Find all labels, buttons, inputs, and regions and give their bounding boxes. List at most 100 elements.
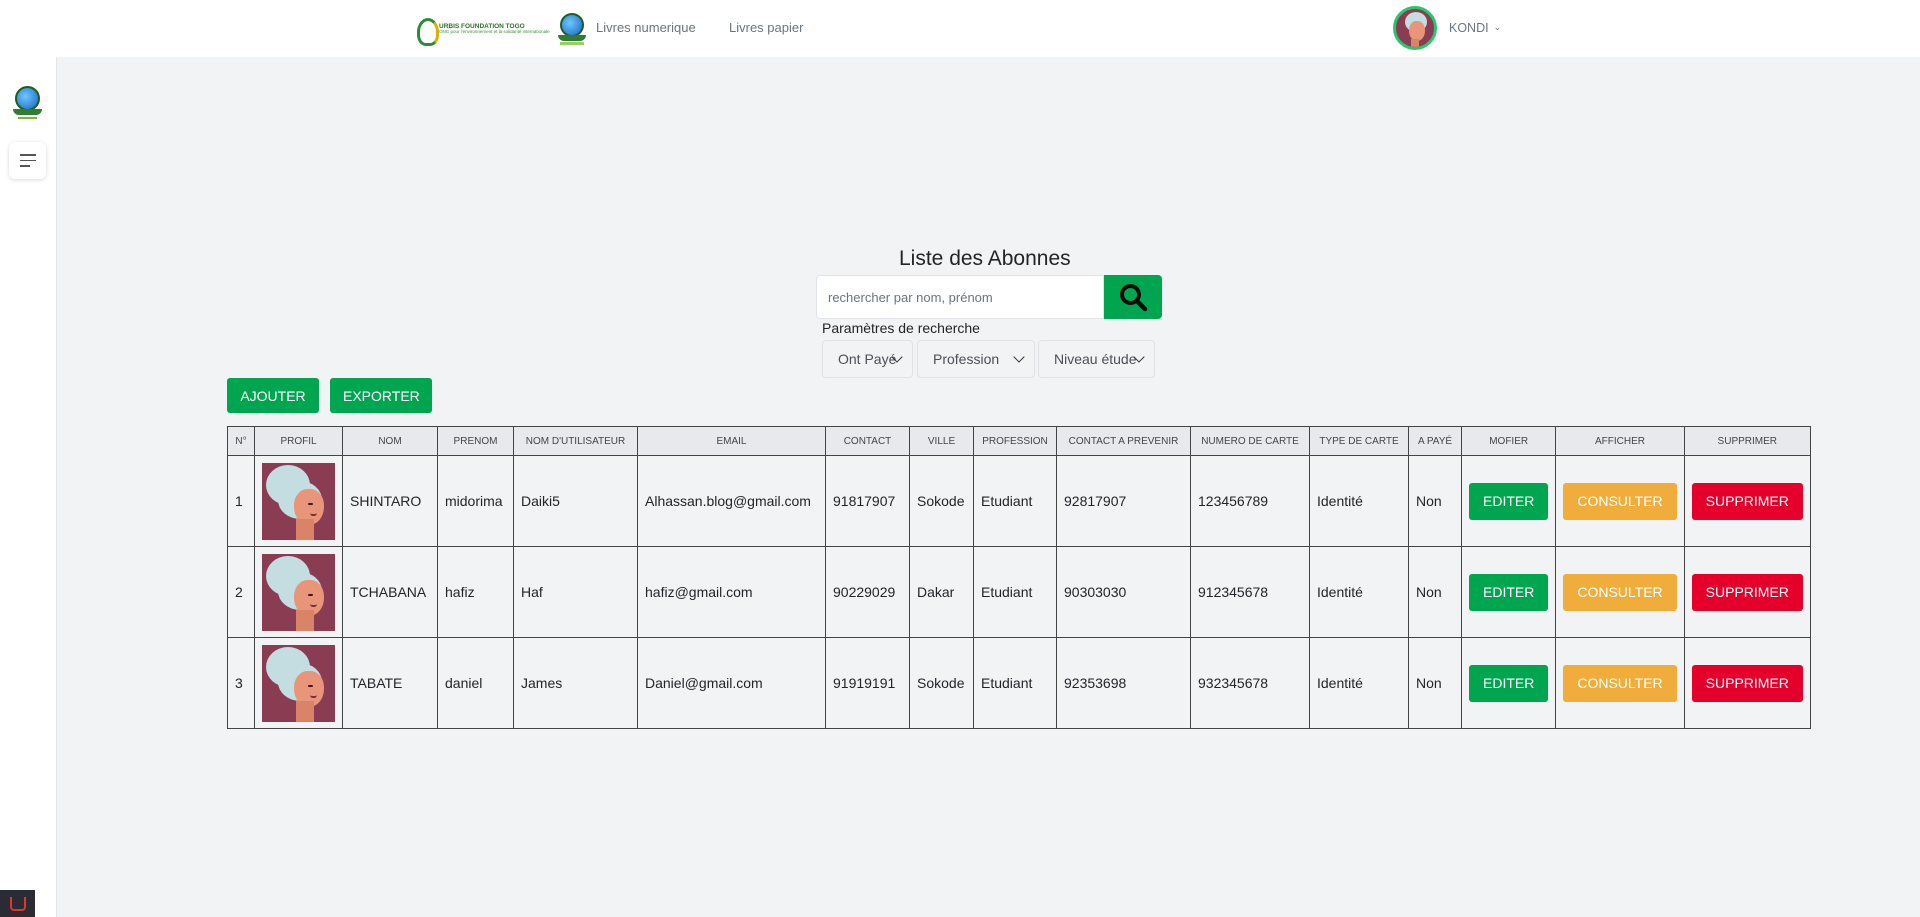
sidebar-logo[interactable] [12, 86, 43, 122]
library-globe-logo [556, 11, 588, 47]
laravel-icon[interactable] [0, 890, 35, 917]
cell-ville: Sokode [909, 455, 974, 547]
cell-contact-prevenir: 92817907 [1056, 455, 1191, 547]
row-number: 3 [227, 637, 255, 729]
nav-livres-numerique[interactable]: Livres numerique [596, 20, 696, 35]
user-name: KONDI [1449, 21, 1489, 35]
search-input[interactable] [816, 275, 1104, 319]
cell-ville: Sokode [909, 637, 974, 729]
col-header-contact-prevenir: CONTACT A PREVENIR [1056, 426, 1191, 456]
cell-type-carte: Identité [1309, 546, 1409, 638]
table-header-row: N° PROFIL NOM PRENOM NOM D'UTILISATEUR E… [227, 426, 1811, 456]
col-header-prenom: PRENOM [437, 426, 514, 456]
cell-numero-carte: 932345678 [1190, 637, 1310, 729]
col-header-ville: VILLE [909, 426, 974, 456]
profile-image[interactable] [262, 644, 335, 722]
cell-view: CONSULTER [1555, 637, 1685, 729]
cell-profession: Etudiant [973, 455, 1057, 547]
cell-delete: SUPPRIMER [1683, 637, 1811, 729]
cell-username: James [513, 637, 638, 729]
cell-username: Haf [513, 546, 638, 638]
row-number: 2 [227, 546, 255, 638]
table-row: 2 TCHABANA hafiz Haf hafiz@gmail.com 902… [227, 546, 1811, 638]
col-header-profil: PROFIL [254, 426, 343, 456]
sidebar [0, 57, 57, 917]
filter-ont-paye-value: Ont Payé [838, 351, 897, 367]
top-navbar: URBIS FOUNDATION TOGO ONG pour l'environ… [0, 0, 1920, 57]
profile-image[interactable] [262, 553, 335, 631]
edit-button[interactable]: EDITER [1469, 664, 1549, 702]
cell-a-paye: Non [1408, 455, 1462, 547]
col-header-supprimer: SUPPRIMER [1683, 426, 1811, 456]
col-header-a-paye: A PAYÉ [1408, 426, 1462, 456]
avatar [1393, 6, 1437, 50]
profile-image[interactable] [262, 462, 335, 540]
nav-livres-papier[interactable]: Livres papier [729, 20, 803, 35]
export-button[interactable]: EXPORTER [330, 378, 432, 413]
cell-view: CONSULTER [1555, 546, 1685, 638]
cell-delete: SUPPRIMER [1683, 546, 1811, 638]
col-header-afficher: AFFICHER [1555, 426, 1685, 456]
cell-a-paye: Non [1408, 546, 1462, 638]
cell-view: CONSULTER [1555, 455, 1685, 547]
delete-button[interactable]: SUPPRIMER [1691, 664, 1803, 702]
cell-edit: EDITER [1460, 637, 1557, 729]
cell-type-carte: Identité [1309, 637, 1409, 729]
col-header-nom: NOM [342, 426, 438, 456]
cell-contact: 90229029 [825, 546, 910, 638]
consult-button[interactable]: CONSULTER [1563, 664, 1677, 702]
cell-nom: TABATE [342, 637, 438, 729]
cell-profession: Etudiant [973, 637, 1057, 729]
col-header-profession: PROFESSION [973, 426, 1057, 456]
cell-nom: TCHABANA [342, 546, 438, 638]
edit-button[interactable]: EDITER [1469, 482, 1549, 520]
menu-toggle-icon[interactable] [9, 142, 46, 179]
col-header-number: N° [227, 426, 255, 456]
cell-contact: 91919191 [825, 637, 910, 729]
delete-button[interactable]: SUPPRIMER [1691, 482, 1803, 520]
cell-edit: EDITER [1460, 455, 1557, 547]
cell-edit: EDITER [1460, 546, 1557, 638]
search-icon [1120, 284, 1148, 312]
cell-prenom: hafiz [437, 546, 514, 638]
add-button[interactable]: AJOUTER [227, 378, 319, 413]
cell-email: Alhassan.blog@gmail.com [637, 455, 826, 547]
cell-nom: SHINTARO [342, 455, 438, 547]
urbis-mark-icon [415, 14, 439, 46]
cell-profession: Etudiant [973, 546, 1057, 638]
edit-button[interactable]: EDITER [1469, 573, 1549, 611]
page-title: Liste des Abonnes [899, 247, 1071, 270]
consult-button[interactable]: CONSULTER [1563, 573, 1677, 611]
col-header-email: EMAIL [637, 426, 826, 456]
profile-cell [254, 546, 343, 638]
cell-contact: 91817907 [825, 455, 910, 547]
table-row: 3 TABATE daniel James Daniel@gmail.com 9… [227, 637, 1811, 729]
cell-prenom: midorima [437, 455, 514, 547]
urbis-foundation-logo: URBIS FOUNDATION TOGO ONG pour l'environ… [415, 14, 550, 46]
cell-numero-carte: 912345678 [1190, 546, 1310, 638]
filter-profession[interactable]: Profession [917, 340, 1035, 378]
cell-contact-prevenir: 90303030 [1056, 546, 1191, 638]
cell-prenom: daniel [437, 637, 514, 729]
search-button[interactable] [1104, 275, 1162, 319]
cell-contact-prevenir: 92353698 [1056, 637, 1191, 729]
filter-profession-value: Profession [933, 351, 1000, 367]
brand-logos[interactable]: URBIS FOUNDATION TOGO ONG pour l'environ… [415, 10, 588, 48]
subscribers-table: N° PROFIL NOM PRENOM NOM D'UTILISATEUR E… [227, 426, 1811, 729]
cell-numero-carte: 123456789 [1190, 455, 1310, 547]
cell-delete: SUPPRIMER [1683, 455, 1811, 547]
chevron-down-icon [1013, 351, 1025, 363]
filter-niveau-etude[interactable]: Niveau étude [1038, 340, 1155, 378]
profile-cell [254, 455, 343, 547]
filter-ont-paye[interactable]: Ont Payé [822, 340, 913, 378]
filter-niveau-etude-value: Niveau étude [1054, 351, 1137, 367]
table-row: 1 SHINTARO midorima Daiki5 Alhassan.blog… [227, 455, 1811, 547]
user-menu[interactable]: KONDI ⌄ [1393, 6, 1501, 50]
search-params-label: Paramètres de recherche [822, 320, 980, 336]
delete-button[interactable]: SUPPRIMER [1691, 573, 1803, 611]
col-header-modifier: MOFIER [1460, 426, 1557, 456]
consult-button[interactable]: CONSULTER [1563, 482, 1677, 520]
col-header-numero-carte: NUMERO DE CARTE [1190, 426, 1310, 456]
cell-type-carte: Identité [1309, 455, 1409, 547]
cell-email: Daniel@gmail.com [637, 637, 826, 729]
